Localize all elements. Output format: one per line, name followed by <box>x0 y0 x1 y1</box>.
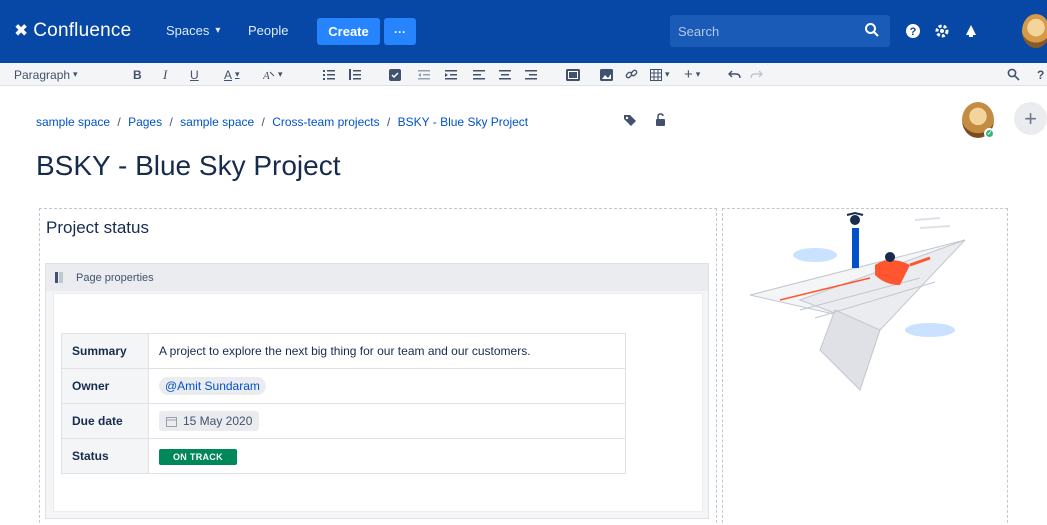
paper-plane-illustration <box>749 211 966 391</box>
underline-icon[interactable]: U <box>190 67 199 82</box>
help-icon[interactable]: ? <box>904 22 922 40</box>
more-create-button[interactable]: ··· <box>384 18 416 45</box>
table-cell-key[interactable]: Due date <box>61 403 149 439</box>
macro-title: Page properties <box>76 271 154 284</box>
numbered-list-icon[interactable] <box>349 67 361 82</box>
breadcrumb: sample space / Pages / sample space / Cr… <box>36 115 528 129</box>
search-icon[interactable] <box>864 22 880 38</box>
section-heading[interactable]: Project status <box>46 218 149 238</box>
page-title[interactable]: BSKY - Blue Sky Project <box>36 150 341 182</box>
indent-icon[interactable] <box>445 67 457 82</box>
user-mention[interactable]: @Amit Sundaram <box>159 377 266 395</box>
redo-icon[interactable] <box>750 67 763 82</box>
table-cell-key[interactable]: Owner <box>61 368 149 404</box>
chevron-down-icon: ▾ <box>73 69 78 79</box>
people-link[interactable]: People <box>248 23 288 38</box>
breadcrumb-item[interactable]: sample space <box>180 115 254 129</box>
invite-collaborator-button[interactable]: + <box>1014 102 1047 135</box>
table-row: Owner @Amit Sundaram <box>61 368 626 404</box>
restrictions-unlock-icon[interactable] <box>654 113 668 127</box>
breadcrumb-separator: / <box>169 115 173 129</box>
user-avatar[interactable] <box>1022 14 1047 48</box>
breadcrumb-separator: / <box>117 115 121 129</box>
text-color-label: A <box>224 67 233 82</box>
task-list-icon[interactable] <box>389 67 401 82</box>
link-icon[interactable] <box>625 67 638 82</box>
spaces-label: Spaces <box>166 23 210 38</box>
label-icon[interactable] <box>623 113 637 127</box>
table-row: Summary A project to explore the next bi… <box>61 333 626 369</box>
confluence-logo[interactable]: ✖ Confluence <box>14 20 131 42</box>
svg-text:?: ? <box>910 26 917 38</box>
app-name: Confluence <box>33 20 132 41</box>
collaborator-avatar[interactable]: ✓ <box>962 102 995 139</box>
notifications-icon[interactable] <box>962 22 980 40</box>
insert-icon[interactable]: + ▾ <box>684 66 700 83</box>
properties-table: Summary A project to explore the next bi… <box>61 333 626 474</box>
table-cell-key[interactable]: Summary <box>61 333 149 369</box>
chevron-down-icon: ▾ <box>215 25 221 36</box>
breadcrumb-separator: / <box>261 115 265 129</box>
undo-icon[interactable] <box>728 67 741 82</box>
outdent-icon[interactable] <box>418 67 430 82</box>
bold-icon[interactable]: B <box>133 67 142 82</box>
confluence-logo-icon: ✖ <box>14 21 29 40</box>
table-cell-value[interactable]: ON TRACK <box>148 438 626 474</box>
table-cell-value[interactable]: 15 May 2020 <box>148 403 626 439</box>
help-icon[interactable]: ? <box>1037 67 1044 82</box>
clear-formatting-icon[interactable]: A ▾ <box>263 67 283 82</box>
align-center-icon[interactable] <box>499 67 511 82</box>
top-navigation: ✖ Confluence Spaces ▾ People Create ··· … <box>0 0 1047 63</box>
table-row: Due date 15 May 2020 <box>61 403 626 439</box>
text-color-icon[interactable]: A ▾ <box>224 67 240 82</box>
paragraph-style-dropdown[interactable]: Paragraph ▾ <box>14 67 78 82</box>
breadcrumb-item[interactable]: Cross-team projects <box>272 115 379 129</box>
macro-header: Page properties <box>46 264 708 291</box>
table-icon[interactable]: ▾ <box>650 67 670 82</box>
bullet-list-icon[interactable] <box>323 67 335 82</box>
breadcrumb-item[interactable]: sample space <box>36 115 110 129</box>
breadcrumb-item[interactable]: BSKY - Blue Sky Project <box>398 115 529 129</box>
calendar-icon <box>166 416 177 427</box>
create-button[interactable]: Create <box>317 18 380 45</box>
table-cell-value[interactable]: @Amit Sundaram <box>148 368 626 404</box>
align-right-icon[interactable] <box>525 67 537 82</box>
paragraph-style-label: Paragraph <box>14 67 71 82</box>
table-cell-value[interactable]: A project to explore the next big thing … <box>148 333 626 369</box>
due-date-value: 15 May 2020 <box>183 414 253 428</box>
spaces-menu[interactable]: Spaces ▾ <box>166 23 220 38</box>
search-input[interactable]: Search <box>670 15 890 47</box>
breadcrumb-item[interactable]: Pages <box>128 115 162 129</box>
search-placeholder: Search <box>678 23 720 39</box>
macro-icon <box>55 272 63 283</box>
align-left-icon[interactable] <box>473 67 485 82</box>
settings-icon[interactable] <box>933 22 951 40</box>
find-icon[interactable] <box>1007 67 1020 82</box>
table-row: Status ON TRACK <box>61 438 626 474</box>
page-layout-icon[interactable] <box>566 67 580 82</box>
svg-text:A: A <box>263 70 270 81</box>
chevron-down-icon: ▾ <box>235 69 240 79</box>
editor-toolbar: Paragraph ▾ B I U A ▾ A ▾ ▾ + ▾ ? <box>0 63 1047 86</box>
italic-icon[interactable]: I <box>163 67 167 82</box>
status-badge[interactable]: ON TRACK <box>159 449 237 465</box>
people-label: People <box>248 23 289 38</box>
table-cell-key[interactable]: Status <box>61 438 149 474</box>
image-icon[interactable] <box>600 67 613 82</box>
date-lozenge[interactable]: 15 May 2020 <box>159 411 260 431</box>
editing-badge-icon: ✓ <box>984 128 995 139</box>
breadcrumb-separator: / <box>386 115 391 129</box>
